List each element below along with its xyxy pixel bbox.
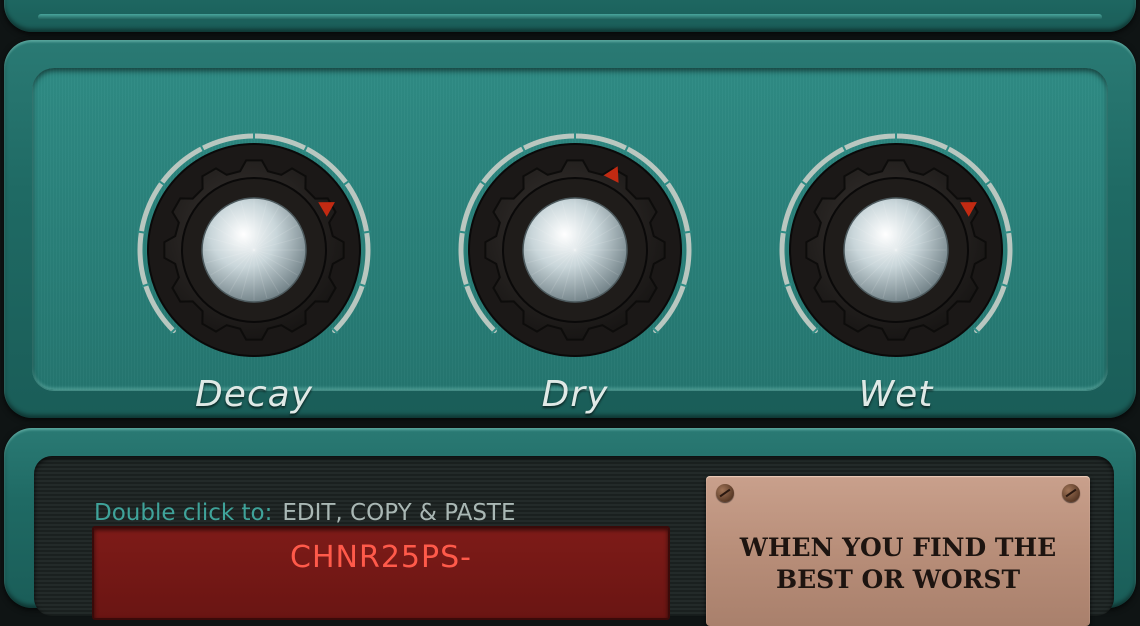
knob-scale-tick: [458, 230, 467, 234]
wet-knob-graphic[interactable]: [776, 130, 1016, 370]
knob-panel: Decay Dry Wet: [4, 40, 1136, 418]
dry-knob[interactable]: Dry: [455, 130, 695, 415]
knob-scale-tick: [1004, 230, 1013, 234]
decay-label: Decay: [194, 374, 314, 415]
decay-knob[interactable]: Decay: [134, 130, 374, 415]
info-plate: WHEN YOU FIND THE BEST OR WORST: [706, 476, 1090, 626]
knob-scale-tick: [137, 230, 146, 234]
dry-label: Dry: [541, 374, 609, 415]
knob-scale-tick: [683, 230, 692, 234]
preset-name-field[interactable]: CHNR25PS-: [92, 526, 670, 620]
dry-knob-graphic[interactable]: [455, 130, 695, 370]
screw-icon: [716, 484, 734, 502]
preset-hint: Double click to: EDIT, COPY & PASTE: [94, 500, 516, 526]
screw-icon: [1062, 484, 1080, 502]
knob-scale-tick: [362, 230, 371, 234]
decay-knob-graphic[interactable]: [134, 130, 374, 370]
preset-hint-lead: Double click to:: [94, 500, 273, 526]
preset-hint-operations: EDIT, COPY & PASTE: [282, 500, 516, 526]
info-plate-text: WHEN YOU FIND THE BEST OR WORST: [739, 533, 1057, 594]
knob-scale-tick: [779, 230, 788, 234]
wet-knob[interactable]: Wet: [776, 130, 1016, 415]
top-panel-ridge: [38, 14, 1102, 20]
preset-panel: Double click to: EDIT, COPY & PASTE CHNR2…: [4, 428, 1136, 626]
wet-label: Wet: [858, 374, 934, 415]
preset-panel-inset: Double click to: EDIT, COPY & PASTE CHNR2…: [34, 456, 1114, 626]
top-panel: [4, 0, 1136, 32]
